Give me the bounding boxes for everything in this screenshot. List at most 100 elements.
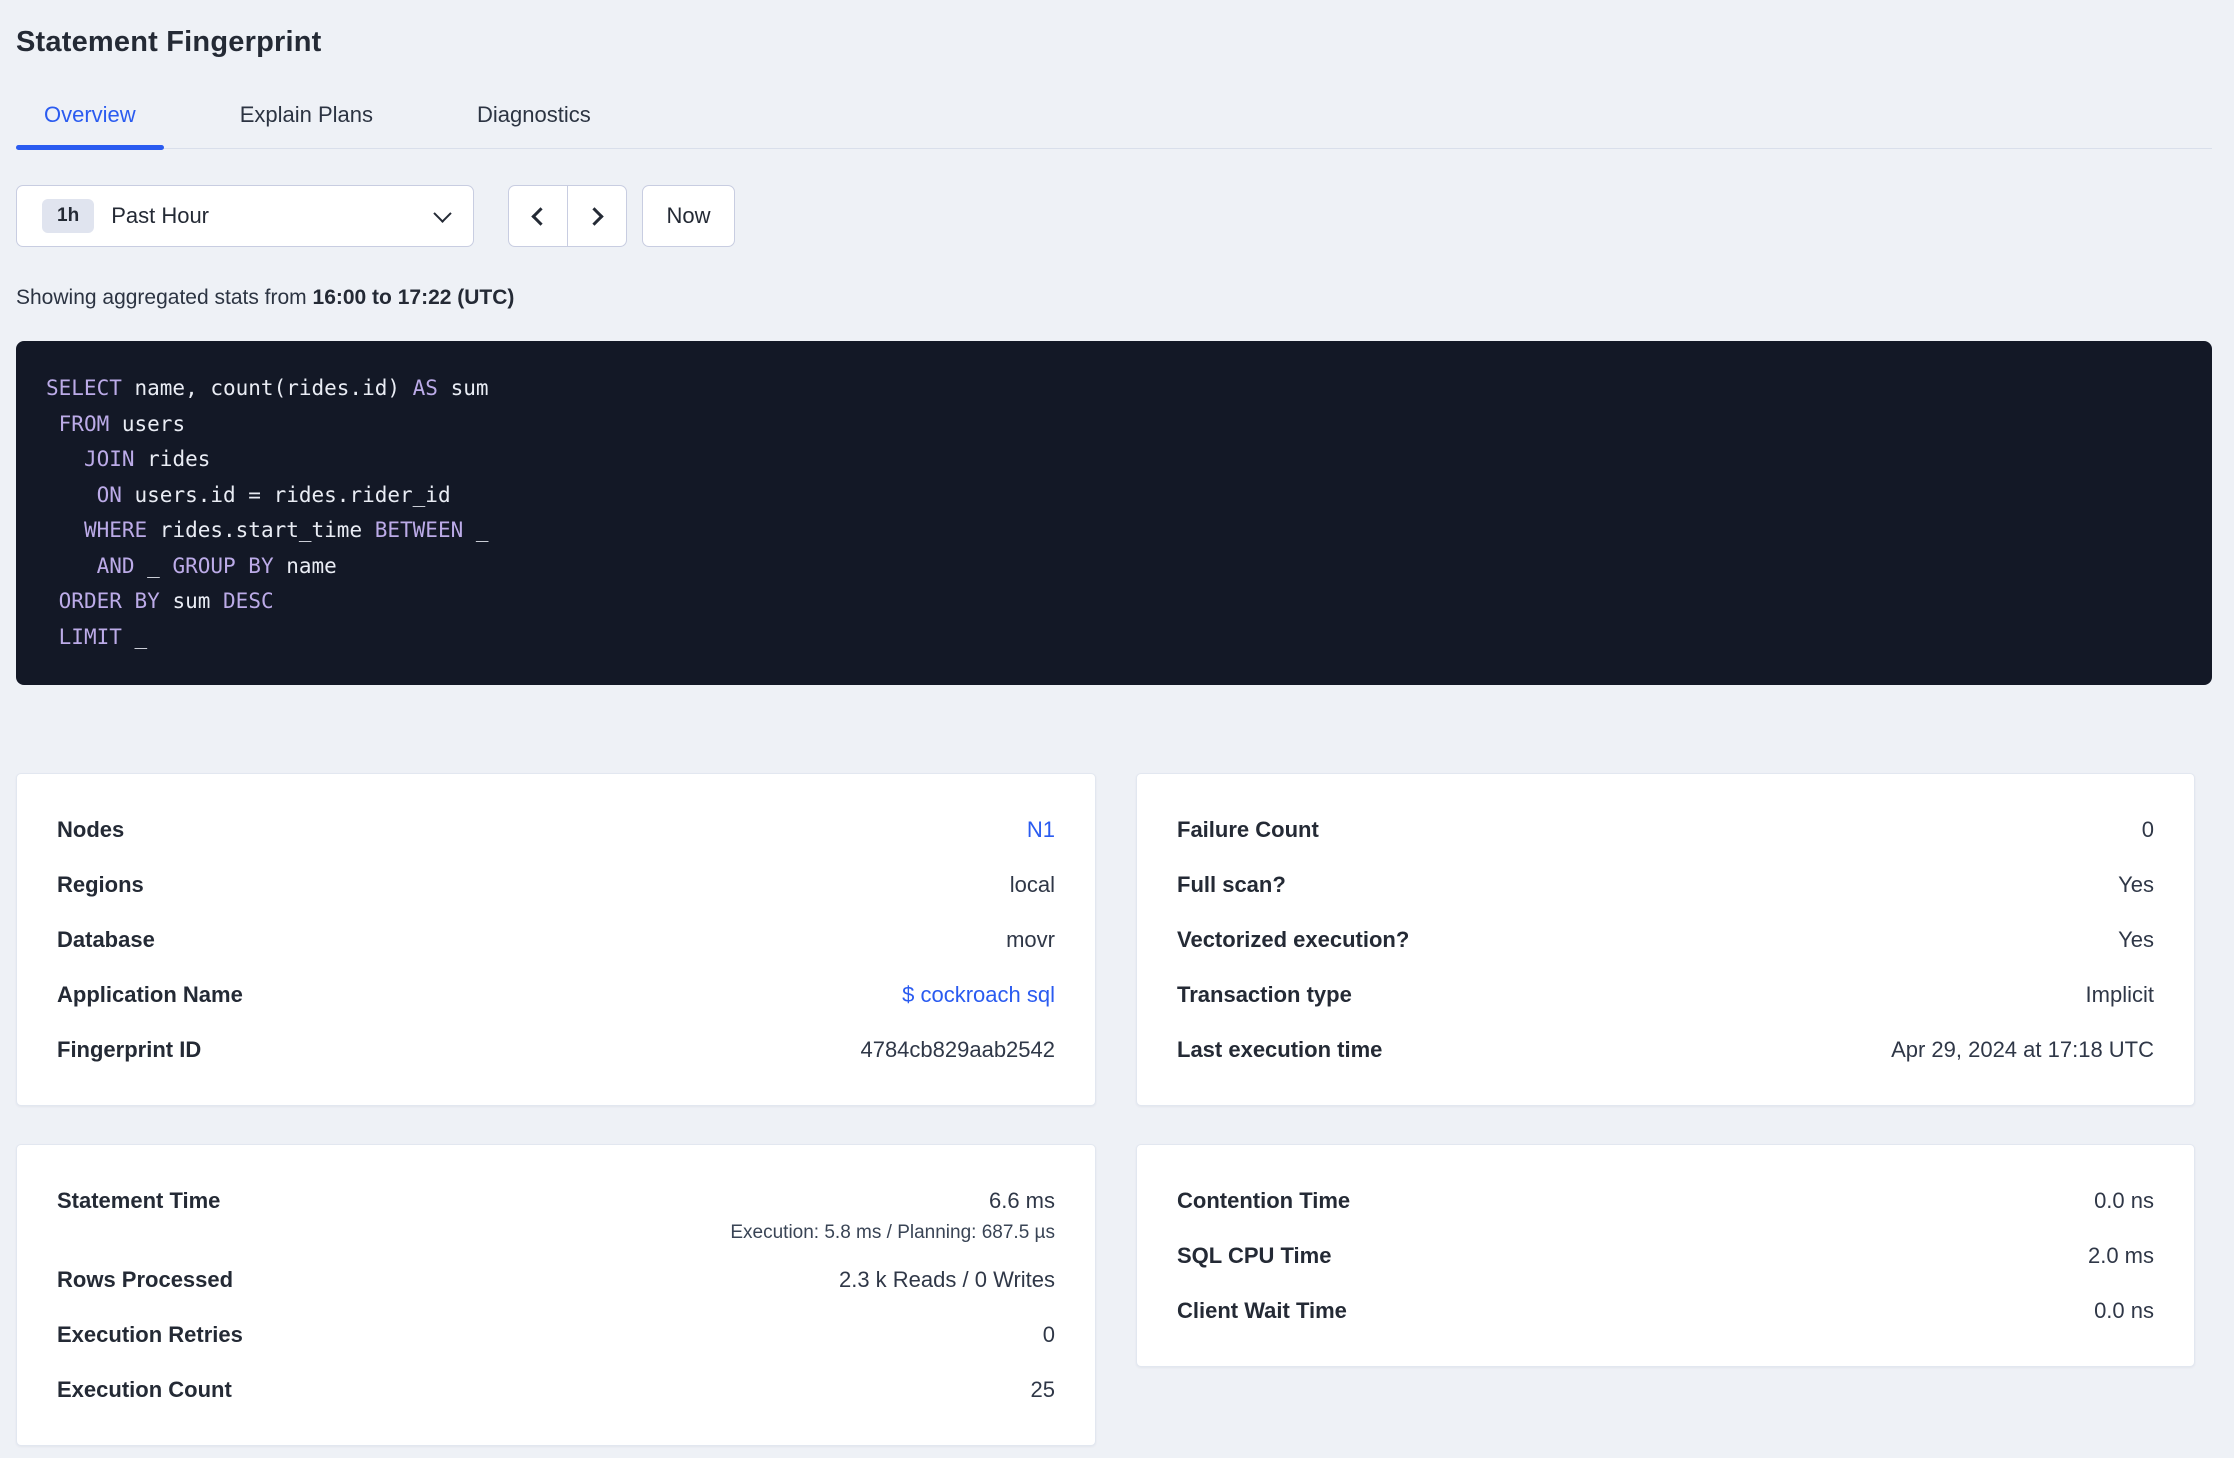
summary-value-text: 6.6 ms (988, 1188, 1055, 1213)
sql-keyword: LIMIT (58, 624, 122, 649)
summary-row: Statement Time 6.6 ms Execution: 5.8 ms / … (57, 1173, 1055, 1252)
summary-value-text: N1 (1027, 802, 1055, 857)
summary-value-text: Yes (2118, 872, 2154, 897)
summary-value: Yes (2118, 912, 2154, 967)
value-link[interactable]: $ cockroach sql (902, 982, 1055, 1007)
summary-value: N1 (1027, 802, 1055, 857)
summary-row: Fingerprint ID 4784cb829aab2542 (57, 1022, 1055, 1077)
summary-label: Statement Time (57, 1188, 221, 1213)
summary-label: Regions (57, 872, 144, 897)
summary-value-text: Implicit (2085, 982, 2154, 1007)
tab-diagnostics[interactable]: Diagnostics (449, 102, 619, 148)
summary-value: 2.3 k Reads / 0 Writes (839, 1252, 1055, 1307)
summary-row: Application Name $ cockroach sql (57, 967, 1055, 1022)
summary-value-text: movr (1006, 927, 1055, 952)
summary-value-text: 0.0 ns (2094, 1298, 2154, 1323)
summary-label: Execution Retries (57, 1322, 243, 1347)
summary-value-text: 2.0 ms (2087, 1243, 2154, 1268)
summary-value-text: 0 (1042, 1322, 1055, 1347)
time-controls: 1h Past Hour Now (16, 185, 2212, 247)
summary-label: SQL CPU Time (1177, 1243, 1332, 1268)
summary-row: Last execution time Apr 29, 2024 at 17:18… (1177, 1022, 2154, 1077)
summary-row: Rows Processed 2.3 k Reads / 0 Writes (57, 1252, 1055, 1307)
card-execution-stats: Statement Time 6.6 ms Execution: 5.8 ms / … (16, 1144, 1096, 1446)
sql-text: _ (463, 518, 489, 542)
sql-keyword: GROUP BY (172, 553, 274, 578)
summary-row: Nodes N1 (57, 802, 1055, 857)
sql-line: JOIN rides (46, 442, 2182, 478)
summary-row: Database movr (57, 912, 1055, 967)
summary-value-text: $ cockroach sql (902, 967, 1055, 1022)
summary-value-text: 0 (2141, 817, 2154, 842)
sql-line: WHERE rides.start_time BETWEEN _ (46, 513, 2182, 549)
tab-bar: Overview Explain Plans Diagnostics (16, 102, 2212, 150)
sql-keyword: AND (96, 553, 135, 578)
summary-value: local (1010, 857, 1055, 912)
summary-row: SQL CPU Time 2.0 ms (1177, 1228, 2154, 1283)
sql-text: _ (121, 624, 148, 649)
summary-label: Execution Count (57, 1377, 232, 1402)
now-button[interactable]: Now (642, 185, 735, 247)
summary-value: $ cockroach sql (902, 967, 1055, 1022)
summary-value-text: 4784cb829aab2542 (860, 1037, 1055, 1062)
summary-row: Failure Count 0 (1177, 802, 2154, 857)
aggregation-note-prefix: Showing aggregated stats from (16, 286, 313, 309)
summary-label: Vectorized execution? (1177, 927, 1410, 952)
summary-row: Regions local (57, 857, 1055, 912)
summary-value: 4784cb829aab2542 (860, 1022, 1055, 1077)
sql-text: name, count(rides.id) (121, 376, 413, 400)
summary-label: Contention Time (1177, 1188, 1351, 1213)
summary-label: Nodes (57, 817, 125, 842)
sql-line: SELECT name, count(rides.id) AS sum (46, 371, 2182, 407)
next-time-button[interactable] (568, 186, 626, 246)
sql-keyword: JOIN (83, 447, 135, 471)
sql-keyword: AS (412, 376, 438, 400)
summary-value: 0.0 ns (2094, 1283, 2154, 1338)
tab-explain-plans[interactable]: Explain Plans (212, 102, 401, 148)
sql-keyword: ON (96, 482, 122, 507)
chevron-right-icon (585, 206, 604, 226)
sql-line: AND _ GROUP BY name (46, 549, 2182, 585)
card-statement-details: Nodes N1 Regions local Database movr Applicati… (16, 773, 1096, 1106)
summary-value-text: Yes (2118, 927, 2154, 952)
sql-keyword: FROM (58, 411, 110, 436)
sql-keyword: BETWEEN (374, 518, 464, 542)
sql-line: LIMIT _ (46, 620, 2182, 656)
sql-text: users.id = rides.rider_id (121, 482, 451, 507)
sql-keyword: DESC (223, 589, 274, 613)
summary-value-text: 0.0 ns (2094, 1188, 2154, 1213)
time-interval-selector[interactable]: 1h Past Hour (16, 185, 474, 247)
summary-value-text: 25 (1030, 1377, 1055, 1402)
summary-value: 0.0 ns (2094, 1173, 2154, 1228)
summary-value: Apr 29, 2024 at 17:18 UTC (1891, 1022, 2154, 1077)
page-title: Statement Fingerprint (16, 26, 322, 58)
chevron-left-icon (531, 206, 550, 226)
summary-value: Yes (2118, 857, 2154, 912)
summary-row: Full scan? Yes (1177, 857, 2154, 912)
summary-cards: Nodes N1 Regions local Database movr Applicati… (16, 773, 2212, 1446)
summary-label: Fingerprint ID (57, 1037, 202, 1062)
summary-row: Vectorized execution? Yes (1177, 912, 2154, 967)
summary-row: Execution Retries 0 (57, 1307, 1055, 1362)
tab-overview[interactable]: Overview (16, 102, 164, 150)
sql-text: _ (134, 553, 173, 578)
sql-line: FROM users (46, 407, 2182, 443)
sql-text: rides (134, 447, 211, 471)
sql-text: sum (159, 589, 224, 613)
chevron-down-icon (433, 203, 452, 223)
summary-value: Implicit (2086, 967, 2154, 1022)
aggregation-note: Showing aggregated stats from 16:00 to 1… (16, 285, 2212, 310)
sql-statement-box: SELECT name, count(rides.id) AS sum FROM… (16, 341, 2212, 685)
summary-value: 25 (1031, 1362, 1055, 1417)
prev-time-button[interactable] (509, 186, 568, 246)
sql-text: rides.start_time (147, 518, 375, 542)
sql-text: users (109, 411, 186, 436)
summary-label: Failure Count (1177, 817, 1319, 842)
value-link[interactable]: N1 (1027, 817, 1055, 842)
sql-line: ORDER BY sum DESC (46, 584, 2182, 620)
summary-label: Transaction type (1177, 982, 1352, 1007)
